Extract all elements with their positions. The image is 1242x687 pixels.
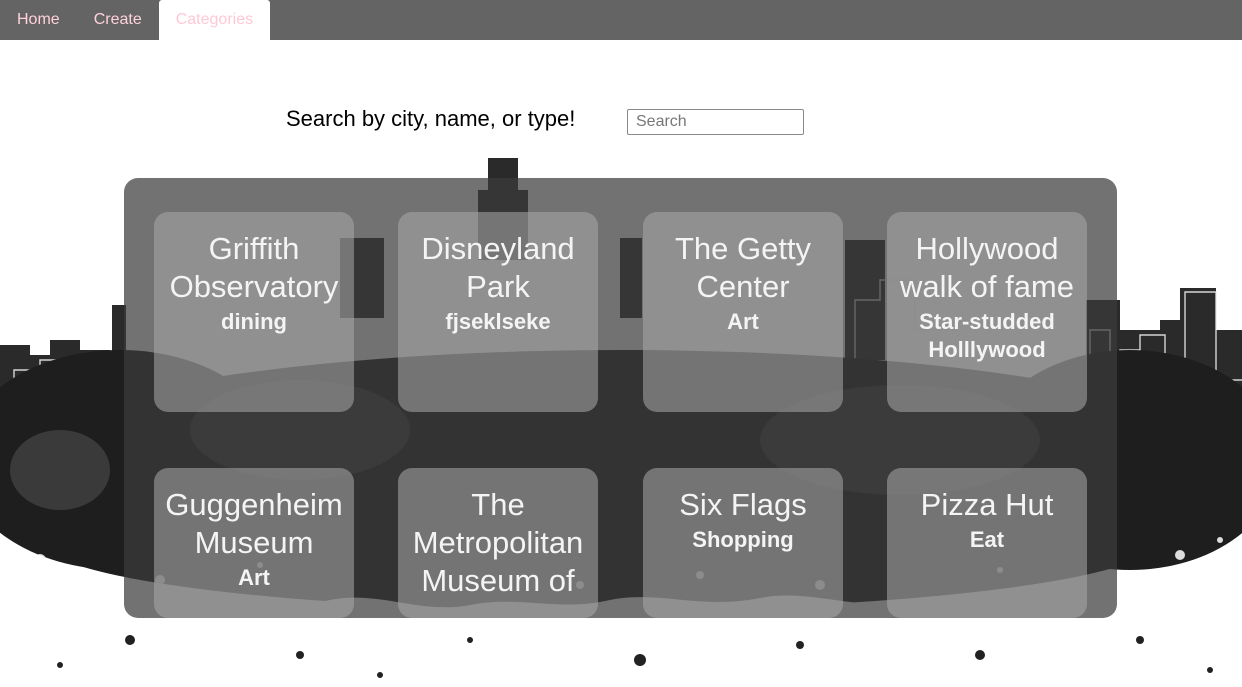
card-type: Eat xyxy=(969,527,1005,552)
search-label: Search by city, name, or type! xyxy=(286,106,576,131)
card-type: dining xyxy=(221,309,287,334)
card-title: Hollywood walk of fame xyxy=(899,231,1074,304)
card-title: Disneyland Park xyxy=(421,231,575,304)
top-nav: Home Create Categories xyxy=(0,0,1242,40)
card-type: Art xyxy=(727,309,759,334)
card-title: Pizza Hut xyxy=(920,487,1054,522)
card-type: Star-studded Holllywood xyxy=(919,309,1055,362)
card-type: Art xyxy=(238,565,270,590)
place-card[interactable]: Hollywood walk of fame Star-studded Holl… xyxy=(887,212,1087,412)
card-title: The Metropolitan Museum of xyxy=(412,487,584,598)
card-type: Shopping xyxy=(692,527,794,552)
nav-tab-categories[interactable]: Categories xyxy=(158,0,271,40)
card-title: The Getty Center xyxy=(674,231,812,304)
place-card[interactable]: Disneyland Park fjseklseke xyxy=(398,212,598,412)
nav-tab-home[interactable]: Home xyxy=(0,0,77,40)
nav-tab-create[interactable]: Create xyxy=(77,0,159,40)
place-card[interactable]: The Metropolitan Museum of xyxy=(398,468,598,618)
search-input[interactable] xyxy=(627,109,804,135)
card-title: Griffith Observatory xyxy=(169,231,339,304)
place-card[interactable]: The Getty Center Art xyxy=(643,212,843,412)
place-card[interactable]: Six Flags Shopping xyxy=(643,468,843,618)
card-title: Guggenheim Museum xyxy=(165,487,343,560)
place-card[interactable]: Griffith Observatory dining xyxy=(154,212,354,412)
card-title: Six Flags xyxy=(679,487,807,522)
place-card[interactable]: Pizza Hut Eat xyxy=(887,468,1087,618)
card-type: fjseklseke xyxy=(445,309,551,334)
place-card[interactable]: Guggenheim Museum Art xyxy=(154,468,354,618)
